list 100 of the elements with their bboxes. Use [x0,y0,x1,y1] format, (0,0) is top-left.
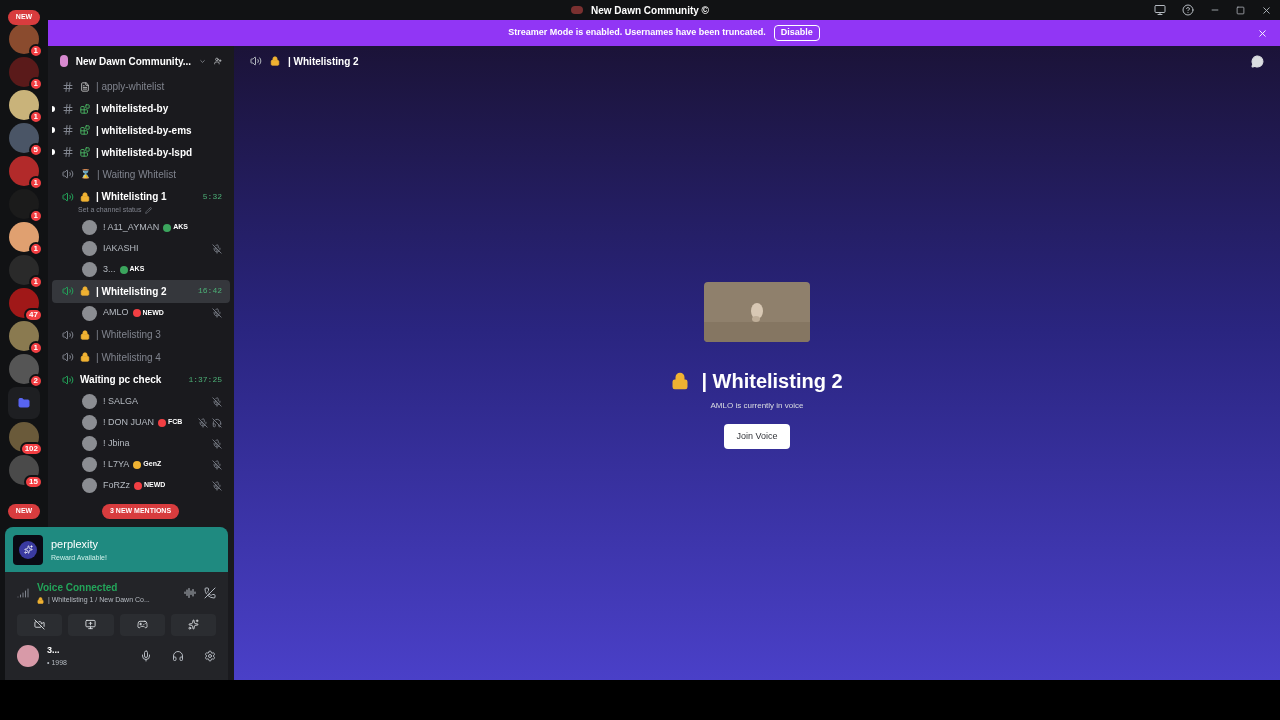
lock-icon [270,56,280,66]
user-avatar[interactable] [17,645,39,667]
lock-icon [80,352,90,363]
avatar [82,415,97,430]
speaker-icon [62,285,74,298]
server-icon[interactable] [9,90,39,120]
avatar [82,241,97,256]
lock-icon [80,329,90,340]
unread-count-badge: 1 [28,209,43,223]
help-icon[interactable] [1182,4,1194,16]
unread-count-badge: 1 [28,341,43,355]
sparkles-icon [187,619,199,630]
screen-share-icon [85,619,97,630]
server-name[interactable]: New Dawn Community... [75,53,192,69]
invite-icon[interactable] [214,55,222,67]
unread-count-badge: 1 [28,44,43,58]
window-title: New Dawn Community © [591,3,709,18]
promo-title: perplexity [51,537,100,552]
speaker-icon [62,351,74,364]
member-name: FoRZz [103,478,130,492]
server-icon[interactable] [9,123,39,153]
member-name: ! DON JUAN [103,415,154,429]
speaker-icon [62,168,74,181]
member-name: 3... [103,262,116,276]
voice-channel[interactable]: Waiting pc check 1:37:25 [52,368,230,391]
blocks-icon [80,125,90,136]
unread-count-badge: 2 [28,374,43,388]
voice-channel[interactable]: | Whitelisting 4 [52,346,230,369]
unread-count-badge: 15 [24,475,43,489]
lock-icon [80,191,90,202]
voice-channel[interactable]: | Whitelisting 2 16:42 [52,280,230,303]
speaker-icon [62,190,74,203]
channel-header-title: | Whitelisting 2 [288,54,359,69]
camera-off-icon [34,619,46,630]
perplexity-logo-icon [13,534,43,565]
member-name: ! A11_AYMAN [103,220,160,234]
unread-count-badge: 47 [24,308,43,322]
text-channel[interactable]: | whitelisted-by [52,97,230,120]
disconnect-icon[interactable] [204,586,216,599]
pencil-icon [145,206,153,214]
voice-channel-title: | Whitelisting 2 [701,369,843,394]
speaker-icon [62,328,74,341]
member-name: ! Jbina [103,436,130,450]
voice-timer: 1:37:25 [188,373,222,386]
close-icon[interactable] [1257,27,1268,39]
lock-icon [671,372,690,390]
voice-channel[interactable]: | Whitelisting 3 [52,323,230,346]
member-name: AMLO [103,306,129,320]
channel-emoji: ⌛ [80,167,91,181]
voice-status: Voice Connected [37,581,119,595]
avatar [82,262,97,277]
noise-suppression-icon[interactable] [184,586,196,599]
voice-timer: 16:42 [198,285,222,298]
voice-action-button[interactable] [68,613,114,636]
voice-member[interactable]: ! SALGA [52,391,230,412]
settings-icon[interactable] [204,650,216,662]
disable-button[interactable]: Disable [773,25,820,41]
avatar [82,478,97,493]
unread-count-badge: 1 [28,176,43,190]
hash-icon [62,146,74,159]
microphone-icon[interactable] [140,650,152,662]
unread-count-badge: 5 [28,143,43,157]
server-icon [60,55,68,67]
server-icon[interactable] [9,422,39,452]
server-icon[interactable] [9,222,39,252]
text-channel[interactable]: | apply-whitelist [52,76,230,98]
member-name: ! L7YA [103,457,130,471]
member-name: IAKASHI [103,241,139,255]
maximize-icon[interactable] [1236,5,1245,15]
speaker-icon [250,55,262,67]
gamepad-icon [136,619,148,630]
voice-action-button[interactable] [17,613,63,636]
avatar [82,457,97,472]
headphones-icon[interactable] [172,650,184,662]
join-voice-button[interactable]: Join Voice [724,424,790,449]
avatar [82,394,97,409]
lock-icon [37,596,44,604]
chat-icon[interactable] [1251,54,1264,68]
banner-text: Streamer Mode is enabled. Usernames have been truncated. [508,26,766,40]
server-folder[interactable] [8,387,40,419]
unread-count-badge: 102 [19,442,43,456]
voice-member[interactable]: IAKASHI [52,238,230,259]
signal-icon [17,586,29,599]
voice-action-button[interactable] [119,613,165,636]
voice-channel[interactable]: | Whitelisting 1 5:32 [52,185,230,208]
blocks-icon [80,103,90,114]
text-channel[interactable]: | whitelisted-by-lspd [52,141,230,163]
server-icon[interactable] [9,288,39,318]
voice-channel[interactable]: ⌛ | Waiting Whitelist [52,163,230,186]
voice-action-button[interactable] [170,613,216,636]
unread-count-badge: 1 [28,77,43,91]
user-name: 3... [47,644,61,657]
close-icon[interactable] [1261,4,1272,16]
text-channel[interactable]: | whitelisted-by-ems [52,119,230,142]
document-icon [80,81,90,92]
hash-icon [62,124,74,137]
server-icon[interactable] [9,455,39,485]
avatar [82,436,97,451]
blocks-icon [80,147,90,158]
voice-member[interactable]: ! Jbina [52,433,230,454]
